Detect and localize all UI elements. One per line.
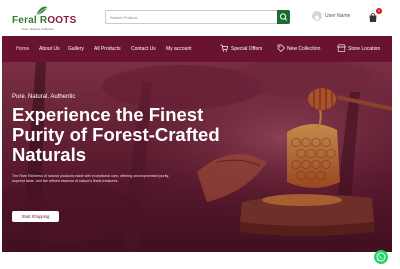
whatsapp-chat-button[interactable] xyxy=(374,250,388,264)
shopping-bag-icon xyxy=(369,12,377,22)
site-header: Feral ROOTS Pure. Natural. Authentic Use… xyxy=(0,0,400,36)
nav-special-offers[interactable]: Special Offers xyxy=(231,46,262,52)
nav-my-account[interactable]: My account xyxy=(166,46,192,52)
search-bar xyxy=(105,10,290,24)
nav-gallery[interactable]: Gallery xyxy=(68,46,84,52)
cart-count-badge: 0 xyxy=(376,8,382,14)
tag-icon xyxy=(277,44,285,52)
user-icon xyxy=(315,15,319,20)
nav-new-collection[interactable]: New Collection xyxy=(287,46,320,52)
hero-content: Pure. Natural. Authentic Experience the … xyxy=(12,94,272,185)
cart-button[interactable]: 0 xyxy=(368,8,382,22)
search-input[interactable] xyxy=(106,11,276,23)
search-button[interactable] xyxy=(277,10,290,24)
cart-icon xyxy=(220,44,228,52)
nav-home[interactable]: Home xyxy=(16,46,29,52)
hero-banner: Pure. Natural. Authentic Experience the … xyxy=(2,62,392,252)
brand-logo[interactable]: Feral ROOTS Pure. Natural. Authentic xyxy=(8,6,76,34)
nav-all-products[interactable]: All Products xyxy=(94,46,121,52)
brand-tagline: Pure. Natural. Authentic xyxy=(22,27,54,31)
hero-description: The Rare Richness of natural products ma… xyxy=(12,174,170,184)
search-icon xyxy=(279,13,288,21)
avatar xyxy=(312,11,322,21)
whatsapp-icon xyxy=(376,252,386,262)
nav-about-us[interactable]: About Us xyxy=(39,46,60,52)
brand-name: Feral ROOTS xyxy=(12,15,77,26)
main-navigation: Home About Us Gallery All Products Conta… xyxy=(2,36,392,62)
hero-eyebrow: Pure. Natural. Authentic xyxy=(12,94,76,100)
hero-headline: Experience the Finest Purity of Forest-C… xyxy=(12,104,220,165)
store-icon xyxy=(337,44,346,52)
start-shopping-button[interactable]: Start Shopping xyxy=(12,211,59,222)
nav-contact-us[interactable]: Contact Us xyxy=(131,46,156,52)
user-name: User Name xyxy=(325,13,351,19)
nav-store-location[interactable]: Store Location xyxy=(348,46,380,52)
